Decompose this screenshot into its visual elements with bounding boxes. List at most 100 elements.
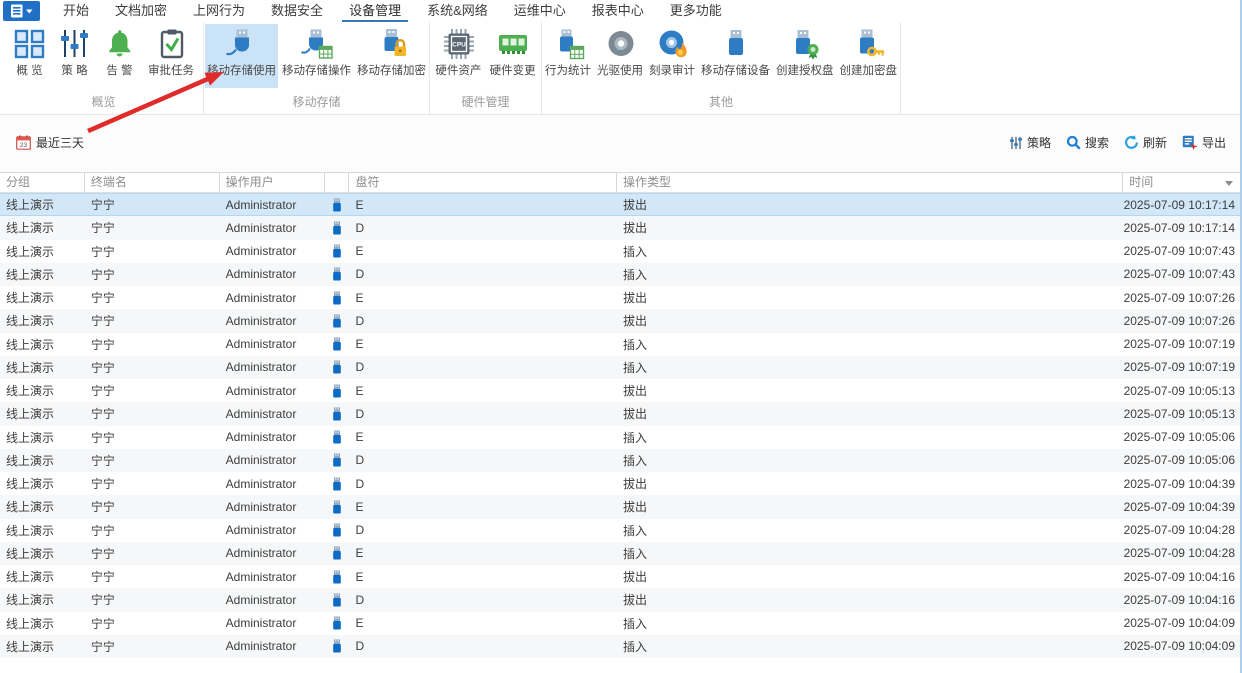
cell-action-type: 插入	[617, 545, 1123, 562]
cell-drive-letter: D	[349, 314, 617, 328]
menu-tab-report-center[interactable]: 报表中心	[585, 0, 651, 22]
column-header-user[interactable]: 操作用户	[220, 173, 325, 192]
cell-terminal: 宁宁	[85, 336, 220, 353]
cell-time: 2025-07-09 10:07:19	[1123, 337, 1240, 351]
table-row[interactable]: 线上演示 宁宁 Administrator E 插入 2025-07-09 10…	[0, 240, 1240, 263]
cell-drive-letter: E	[349, 570, 617, 584]
device-management-window: 开始 文档加密 上网行为 数据安全 设备管理 系统&网络 运维中心 报表中心 更…	[0, 0, 1242, 673]
ribbon-button-alerts[interactable]: 告 警	[101, 24, 138, 88]
cell-user: Administrator	[220, 593, 325, 607]
table-row[interactable]: 线上演示 宁宁 Administrator E 拔出 2025-07-09 10…	[0, 286, 1240, 309]
cell-user: Administrator	[220, 314, 325, 328]
cell-drive-letter: D	[349, 523, 617, 537]
ribbon-button-approval-tasks[interactable]: 审批任务	[146, 24, 196, 88]
cell-time: 2025-07-09 10:04:28	[1123, 523, 1240, 537]
ribbon-button-overview[interactable]: 概 览	[11, 24, 48, 88]
date-range-label: 最近三天	[36, 134, 84, 151]
table-row[interactable]: 线上演示 宁宁 Administrator E 插入 2025-07-09 10…	[0, 333, 1240, 356]
cell-group: 线上演示	[0, 359, 85, 376]
table-row[interactable]: 线上演示 宁宁 Administrator E 拔出 2025-07-09 10…	[0, 193, 1240, 216]
search-icon	[1066, 135, 1081, 150]
refresh-button[interactable]: 刷新	[1124, 134, 1167, 151]
search-button[interactable]: 搜索	[1066, 134, 1109, 151]
table-row[interactable]: 线上演示 宁宁 Administrator D 拔出 2025-07-09 10…	[0, 472, 1240, 495]
export-button[interactable]: 导出	[1182, 134, 1226, 151]
table-row[interactable]: 线上演示 宁宁 Administrator D 拔出 2025-07-09 10…	[0, 402, 1240, 425]
cell-user: Administrator	[220, 639, 325, 653]
table-row[interactable]: 线上演示 宁宁 Administrator D 插入 2025-07-09 10…	[0, 356, 1240, 379]
cell-group: 线上演示	[0, 289, 85, 306]
table-row[interactable]: 线上演示 宁宁 Administrator D 插入 2025-07-09 10…	[0, 263, 1240, 286]
cell-group: 线上演示	[0, 196, 85, 213]
ribbon-button-create-encrypted-disk[interactable]: 创建加密盘	[838, 24, 900, 88]
menu-tab-doc-encryption[interactable]: 文档加密	[108, 0, 174, 22]
ribbon-button-usb-operations[interactable]: 移动存储操作	[280, 24, 353, 88]
table-row[interactable]: 线上演示 宁宁 Administrator E 插入 2025-07-09 10…	[0, 612, 1240, 635]
usb-drive-icon	[332, 616, 342, 630]
cell-terminal: 宁宁	[85, 615, 220, 632]
table-row[interactable]: 线上演示 宁宁 Administrator D 插入 2025-07-09 10…	[0, 519, 1240, 542]
ribbon-button-cdrom-usage[interactable]: 光驱使用	[595, 24, 645, 88]
cell-device-icon	[325, 546, 350, 560]
cell-terminal: 宁宁	[85, 475, 220, 492]
ribbon-button-hardware-assets[interactable]: CPU 硬件资产	[433, 24, 483, 88]
table-row[interactable]: 线上演示 宁宁 Administrator E 插入 2025-07-09 10…	[0, 542, 1240, 565]
cell-device-icon	[325, 570, 350, 584]
cell-drive-letter: E	[349, 616, 617, 630]
menu-tab-more-features[interactable]: 更多功能	[663, 0, 729, 22]
menu-tab-web-behavior[interactable]: 上网行为	[186, 0, 252, 22]
column-header-device-icon[interactable]	[325, 173, 350, 192]
column-header-drive[interactable]: 盘符	[349, 173, 617, 192]
menu-tab-system-network[interactable]: 系统&网络	[420, 0, 495, 22]
table-row[interactable]: 线上演示 宁宁 Administrator D 插入 2025-07-09 10…	[0, 449, 1240, 472]
cell-drive-letter: E	[349, 500, 617, 514]
column-header-terminal[interactable]: 终端名	[85, 173, 220, 192]
table-row[interactable]: 线上演示 宁宁 Administrator D 拔出 2025-07-09 10…	[0, 309, 1240, 332]
ribbon-button-usb-usage[interactable]: 移动存储使用	[205, 24, 278, 88]
ribbon-group-hardware: CPU 硬件资产 硬件变更 硬件管理	[430, 22, 542, 114]
cell-action-type: 插入	[617, 336, 1123, 353]
cell-terminal: 宁宁	[85, 405, 220, 422]
ribbon-button-usb-devices[interactable]: 移动存储设备	[699, 24, 772, 88]
cell-group: 线上演示	[0, 568, 85, 585]
table-row[interactable]: 线上演示 宁宁 Administrator E 插入 2025-07-09 10…	[0, 426, 1240, 449]
date-range-filter-button[interactable]: 23 最近三天	[16, 134, 84, 151]
column-header-time[interactable]: 时间	[1123, 173, 1240, 192]
column-header-action-type[interactable]: 操作类型	[617, 173, 1123, 192]
menu-tab-device-management[interactable]: 设备管理	[342, 0, 408, 22]
cell-user: Administrator	[220, 384, 325, 398]
table-row[interactable]: 线上演示 宁宁 Administrator D 拔出 2025-07-09 10…	[0, 216, 1240, 239]
cell-drive-letter: E	[349, 384, 617, 398]
table-row[interactable]: 线上演示 宁宁 Administrator D 插入 2025-07-09 10…	[0, 635, 1240, 658]
cell-group: 线上演示	[0, 219, 85, 236]
table-row[interactable]: 线上演示 宁宁 Administrator D 拔出 2025-07-09 10…	[0, 588, 1240, 611]
cell-time: 2025-07-09 10:04:39	[1123, 500, 1240, 514]
ribbon-button-policy[interactable]: 策 略	[56, 24, 93, 88]
cell-drive-letter: D	[349, 221, 617, 235]
cell-user: Administrator	[220, 244, 325, 258]
ribbon-button-burn-audit[interactable]: 刻录审计	[647, 24, 697, 88]
cell-group: 线上演示	[0, 638, 85, 655]
policy-button[interactable]: 策略	[1009, 134, 1051, 151]
app-menu-button[interactable]	[3, 1, 40, 21]
ribbon-button-hardware-changes[interactable]: 硬件变更	[488, 24, 538, 88]
cell-group: 线上演示	[0, 452, 85, 469]
menu-tab-ops-center[interactable]: 运维中心	[507, 0, 573, 22]
table-row[interactable]: 线上演示 宁宁 Administrator E 拔出 2025-07-09 10…	[0, 379, 1240, 402]
ribbon-button-behavior-stats[interactable]: 行为统计	[543, 24, 593, 88]
cell-terminal: 宁宁	[85, 522, 220, 539]
column-filter-caret-icon[interactable]	[1225, 181, 1233, 186]
column-header-group[interactable]: 分组	[0, 173, 85, 192]
table-row[interactable]: 线上演示 宁宁 Administrator E 拔出 2025-07-09 10…	[0, 565, 1240, 588]
table-row[interactable]: 线上演示 宁宁 Administrator E 拔出 2025-07-09 10…	[0, 495, 1240, 518]
ribbon-button-usb-encryption[interactable]: 移动存储加密	[355, 24, 428, 88]
ribbon-button-create-authorized-disk[interactable]: 创建授权盘	[774, 24, 836, 88]
menu-tab-data-security[interactable]: 数据安全	[264, 0, 330, 22]
usb-drive-icon	[332, 221, 342, 235]
app-menu-icon	[10, 4, 34, 18]
cell-device-icon	[325, 244, 350, 258]
cell-action-type: 拔出	[617, 591, 1123, 608]
menu-tab-start[interactable]: 开始	[56, 0, 96, 22]
cell-device-icon	[325, 453, 350, 467]
clipboard-check-icon	[155, 27, 188, 60]
